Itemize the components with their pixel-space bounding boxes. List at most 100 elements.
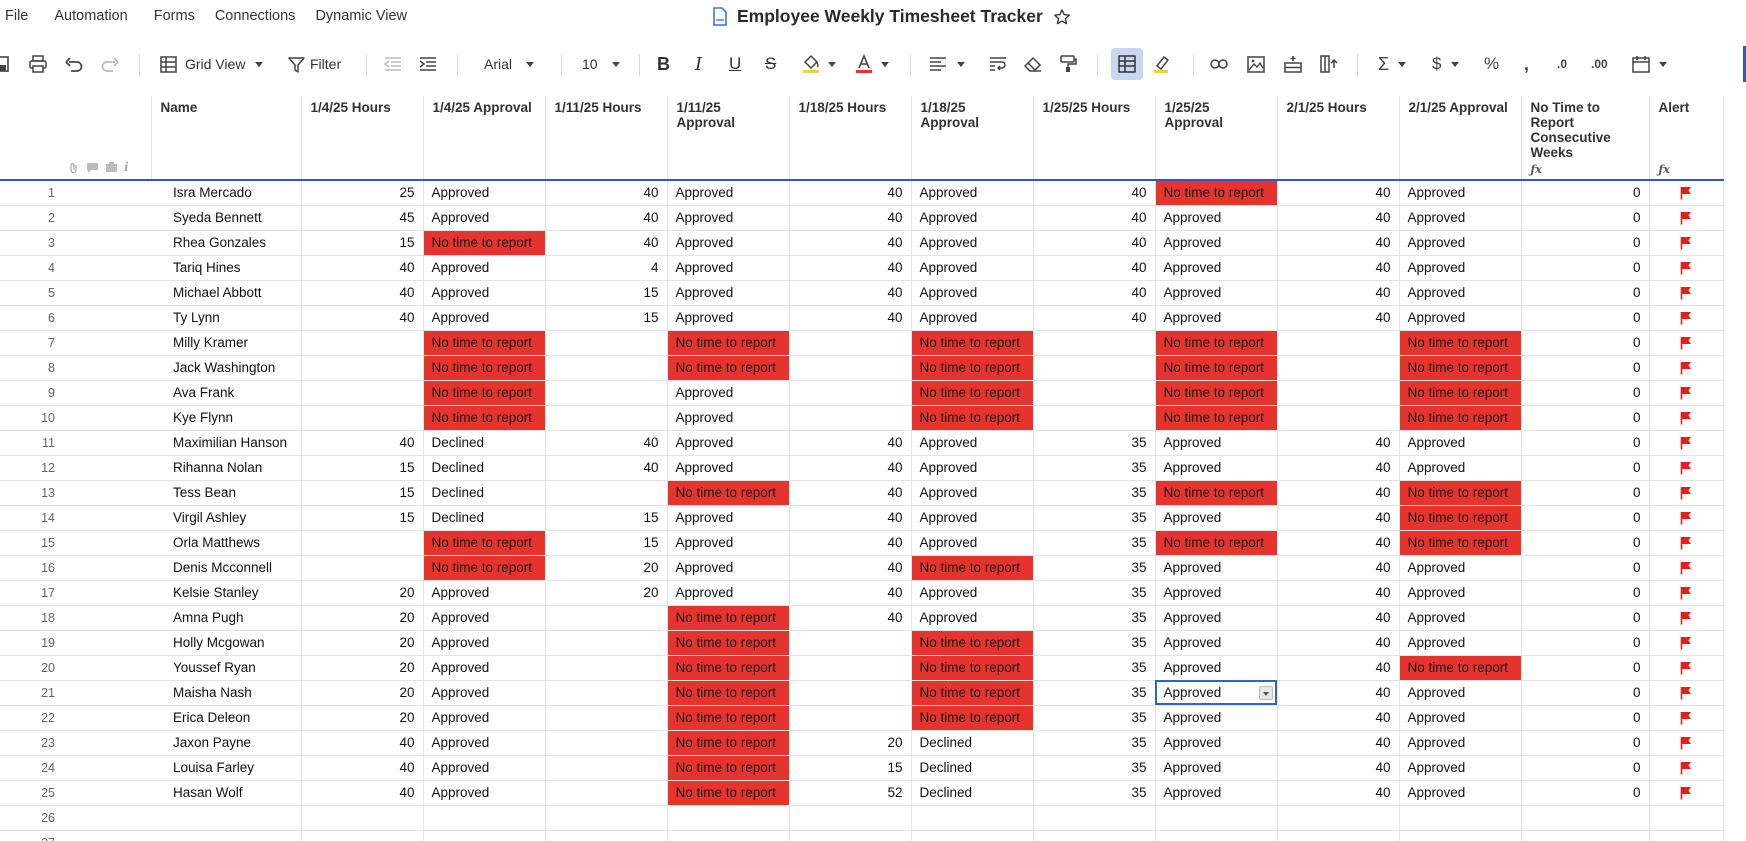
hours-cell[interactable]: [545, 480, 668, 506]
hours-cell[interactable]: 35: [1033, 480, 1156, 506]
flag-icon[interactable]: [1680, 261, 1692, 275]
hours-cell[interactable]: [545, 680, 668, 706]
table-row[interactable]: 15 Orla Matthews No time to report 15 Approv…: [0, 530, 1724, 556]
flag-icon[interactable]: [1680, 361, 1692, 375]
approval-cell[interactable]: Declined: [423, 505, 546, 531]
menu-file[interactable]: File: [5, 8, 28, 24]
approval-cell[interactable]: No time to report: [1399, 330, 1522, 356]
row-number[interactable]: 16: [0, 555, 151, 581]
approval-cell[interactable]: Approved: [1399, 430, 1522, 456]
consecutive-weeks-cell[interactable]: 0: [1521, 705, 1650, 731]
alert-cell[interactable]: [1649, 280, 1724, 306]
text-color-button[interactable]: [855, 46, 889, 82]
hours-cell[interactable]: 40: [789, 205, 912, 231]
flag-icon[interactable]: [1680, 761, 1692, 775]
approval-cell[interactable]: Approved: [1399, 780, 1522, 806]
hours-cell[interactable]: 40: [1277, 655, 1400, 681]
approval-cell[interactable]: No time to report: [423, 405, 546, 431]
approval-cell[interactable]: Approved: [1399, 605, 1522, 631]
alert-cell[interactable]: [1649, 405, 1724, 431]
approval-cell[interactable]: Approved: [1155, 680, 1278, 706]
flag-icon[interactable]: [1680, 561, 1692, 575]
empty-cell[interactable]: [1155, 830, 1278, 841]
flag-icon[interactable]: [1680, 636, 1692, 650]
consecutive-weeks-cell[interactable]: 0: [1521, 330, 1650, 356]
approval-cell[interactable]: Approved: [911, 580, 1034, 606]
hours-cell[interactable]: 35: [1033, 555, 1156, 581]
approval-cell[interactable]: Approved: [1155, 780, 1278, 806]
empty-cell[interactable]: [1033, 830, 1156, 841]
hours-cell[interactable]: [789, 655, 912, 681]
empty-cell[interactable]: [423, 805, 546, 831]
approval-cell[interactable]: No time to report: [1399, 480, 1522, 506]
consecutive-weeks-cell[interactable]: 0: [1521, 630, 1650, 656]
image-icon[interactable]: [1247, 46, 1265, 82]
hours-cell[interactable]: 52: [789, 780, 912, 806]
approval-cell[interactable]: No time to report: [667, 355, 790, 381]
hours-cell[interactable]: [545, 605, 668, 631]
approval-cell[interactable]: Approved: [1155, 255, 1278, 281]
table-row[interactable]: 20 Youssef Ryan 20 Approved No time to repor…: [0, 655, 1724, 681]
empty-cell[interactable]: [1521, 805, 1650, 831]
table-row[interactable]: 7 Milly Kramer No time to report No time to…: [0, 330, 1724, 356]
approval-cell[interactable]: Approved: [911, 180, 1034, 206]
filter-button[interactable]: Filter: [288, 46, 341, 82]
approval-cell[interactable]: Approved: [1155, 630, 1278, 656]
approval-cell[interactable]: Approved: [423, 280, 546, 306]
row-number[interactable]: 26: [0, 805, 151, 831]
table-row[interactable]: 6 Ty Lynn 40 Approved 15 Approved 40 Approved 40…: [0, 305, 1724, 331]
hours-cell[interactable]: [545, 405, 668, 431]
hours-cell[interactable]: 45: [301, 205, 424, 231]
name-cell[interactable]: Tariq Hines: [151, 255, 302, 281]
italic-button[interactable]: I: [695, 46, 702, 82]
hours-cell[interactable]: 40: [1277, 580, 1400, 606]
hours-cell[interactable]: 40: [301, 780, 424, 806]
hours-cell[interactable]: 40: [1277, 305, 1400, 331]
row-number[interactable]: 12: [0, 455, 151, 481]
decrease-decimal-icon[interactable]: .0: [1557, 46, 1567, 82]
alert-cell[interactable]: [1649, 355, 1724, 381]
hours-cell[interactable]: 40: [1277, 430, 1400, 456]
flag-icon[interactable]: [1680, 611, 1692, 625]
approval-cell[interactable]: Approved: [667, 405, 790, 431]
hours-cell[interactable]: 15: [545, 280, 668, 306]
empty-cell[interactable]: [1155, 805, 1278, 831]
table-row[interactable]: 2 Syeda Bennett 45 Approved 40 Approved 40 Appr…: [0, 205, 1724, 231]
name-cell[interactable]: Michael Abbott: [151, 280, 302, 306]
alert-cell[interactable]: [1649, 205, 1724, 231]
hours-cell[interactable]: [789, 330, 912, 356]
hours-cell[interactable]: 40: [1277, 755, 1400, 781]
hours-cell[interactable]: 40: [1277, 630, 1400, 656]
approval-cell[interactable]: Approved: [667, 230, 790, 256]
name-cell[interactable]: Kelsie Stanley: [151, 580, 302, 606]
approval-cell[interactable]: Approved: [1399, 230, 1522, 256]
hours-cell[interactable]: 20: [545, 580, 668, 606]
name-cell[interactable]: Virgil Ashley: [151, 505, 302, 531]
approval-cell[interactable]: Approved: [1155, 580, 1278, 606]
hours-cell[interactable]: 40: [1277, 480, 1400, 506]
alert-cell[interactable]: [1649, 430, 1724, 456]
menu-dynamic-view[interactable]: Dynamic View: [315, 8, 407, 24]
approval-cell[interactable]: No time to report: [911, 705, 1034, 731]
approval-cell[interactable]: No time to report: [667, 605, 790, 631]
table-row[interactable]: 16 Denis Mcconnell No time to report 20 Appr…: [0, 555, 1724, 581]
approval-cell[interactable]: Approved: [423, 630, 546, 656]
table-row[interactable]: 21 Maisha Nash 20 Approved No time to report…: [0, 680, 1724, 706]
column-header-1-11-25-approval[interactable]: 1/11/25 Approval: [667, 96, 790, 181]
flag-icon[interactable]: [1680, 436, 1692, 450]
hours-cell[interactable]: 15: [301, 230, 424, 256]
approval-cell[interactable]: Approved: [911, 205, 1034, 231]
approval-cell[interactable]: Approved: [423, 580, 546, 606]
flag-icon[interactable]: [1680, 386, 1692, 400]
row-number[interactable]: 3: [0, 230, 151, 256]
row-number[interactable]: 15: [0, 530, 151, 556]
alert-cell[interactable]: [1649, 780, 1724, 806]
hours-cell[interactable]: 40: [1277, 555, 1400, 581]
hours-cell[interactable]: 35: [1033, 755, 1156, 781]
approval-cell[interactable]: Approved: [1399, 280, 1522, 306]
consecutive-weeks-cell[interactable]: 0: [1521, 455, 1650, 481]
approval-cell[interactable]: Approved: [667, 505, 790, 531]
column-header-2-1-25-approval[interactable]: 2/1/25 Approval: [1399, 96, 1522, 181]
alert-cell[interactable]: [1649, 755, 1724, 781]
approval-cell[interactable]: No time to report: [1155, 405, 1278, 431]
